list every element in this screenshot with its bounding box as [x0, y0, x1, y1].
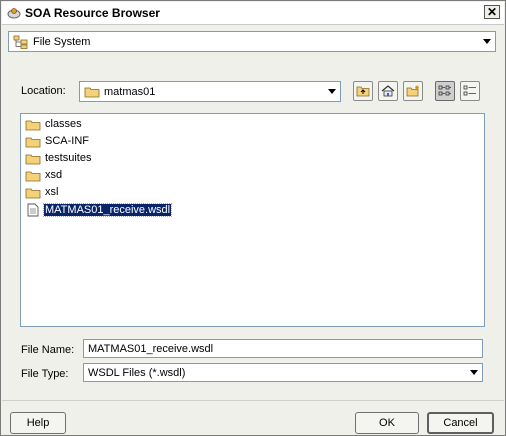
- home-icon: [381, 85, 395, 97]
- title-bar[interactable]: SOA Resource Browser ✕: [2, 2, 504, 25]
- cancel-button-label: Cancel: [443, 417, 478, 429]
- file-name: xsd: [45, 169, 63, 181]
- new-folder-icon: [406, 85, 420, 97]
- location-label: Location:: [21, 85, 66, 97]
- folder-icon: [25, 117, 41, 131]
- location-select[interactable]: matmas01: [79, 81, 341, 102]
- list-item[interactable]: SCA-INF: [25, 133, 90, 149]
- file-system-icon: [13, 35, 29, 49]
- file-type-select[interactable]: WSDL Files (*.wsdl): [83, 363, 483, 382]
- list-item[interactable]: classes: [25, 116, 83, 132]
- source-select[interactable]: File System: [8, 31, 496, 52]
- file-name: MATMAS01_receive.wsdl: [42, 203, 173, 217]
- file-name: testsuites: [45, 152, 92, 164]
- file-name-label: File Name:: [21, 344, 75, 356]
- cancel-button[interactable]: Cancel: [427, 412, 494, 434]
- document-icon: [25, 203, 41, 217]
- file-type-value: WSDL Files (*.wsdl): [88, 366, 186, 379]
- up-folder-button[interactable]: [353, 81, 373, 101]
- ok-button[interactable]: OK: [355, 412, 419, 434]
- details-view-button[interactable]: [460, 81, 480, 101]
- list-item[interactable]: testsuites: [25, 150, 92, 166]
- folder-icon: [25, 168, 41, 182]
- chevron-down-icon[interactable]: [466, 364, 482, 381]
- soa-app-icon: [7, 7, 21, 19]
- file-name-value: MATMAS01_receive.wsdl: [88, 342, 214, 355]
- ok-button-label: OK: [379, 417, 395, 429]
- folder-icon: [84, 85, 100, 98]
- file-name-field[interactable]: MATMAS01_receive.wsdl: [83, 339, 483, 358]
- window-title: SOA Resource Browser: [25, 6, 160, 20]
- list-item[interactable]: xsd: [25, 167, 63, 183]
- soa-resource-browser-dialog: SOA Resource Browser ✕ File System Locat…: [0, 0, 506, 436]
- list-item-selected[interactable]: MATMAS01_receive.wsdl: [25, 202, 173, 218]
- list-item[interactable]: xsl: [25, 184, 59, 200]
- new-folder-button[interactable]: [403, 81, 423, 101]
- details-view-icon: [463, 85, 477, 97]
- help-button-label: Help: [26, 417, 50, 429]
- chevron-down-icon[interactable]: [479, 32, 495, 51]
- close-button[interactable]: ✕: [484, 5, 500, 19]
- chevron-down-icon[interactable]: [324, 82, 340, 101]
- home-button[interactable]: [378, 81, 398, 101]
- location-value: matmas01: [104, 85, 156, 98]
- up-folder-icon: [356, 85, 370, 97]
- source-select-value: File System: [33, 35, 91, 48]
- help-button[interactable]: Help: [10, 412, 66, 434]
- file-list[interactable]: classes SCA-INF testsuites xsd xsl MATMA…: [20, 113, 485, 327]
- divider: [2, 400, 504, 401]
- list-view-button[interactable]: [435, 81, 455, 101]
- file-name: xsl: [45, 186, 59, 198]
- list-view-icon: [438, 85, 452, 97]
- file-name: classes: [45, 118, 82, 130]
- folder-icon: [25, 185, 41, 199]
- folder-icon: [25, 151, 41, 165]
- close-icon: ✕: [486, 5, 498, 19]
- file-type-label: File Type:: [21, 368, 69, 380]
- folder-icon: [25, 134, 41, 148]
- file-name: SCA-INF: [45, 135, 89, 147]
